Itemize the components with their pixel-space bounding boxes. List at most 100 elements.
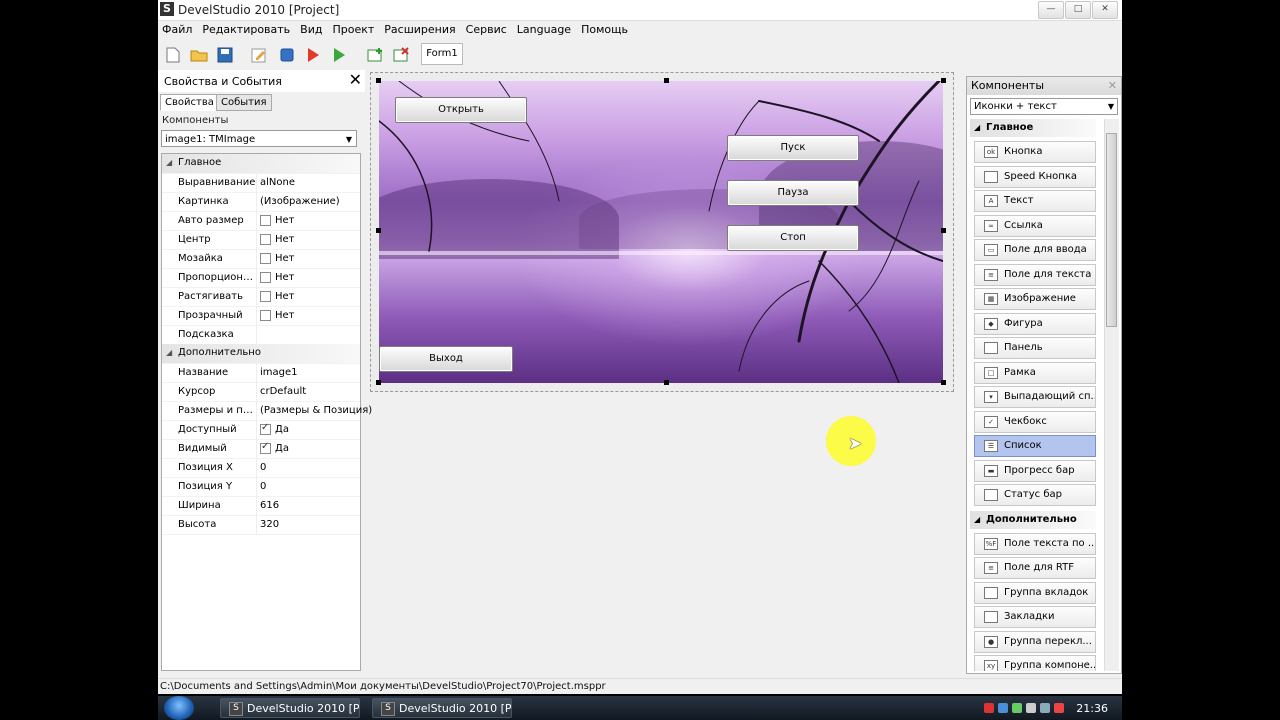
close-icon[interactable]: ✕ — [1108, 77, 1117, 95]
resize-handle[interactable] — [664, 380, 669, 385]
collapse-triangle-icon[interactable]: ◢ — [974, 511, 980, 529]
component-item[interactable]: ok Кнопка — [974, 141, 1096, 163]
property-row[interactable]: Прозрачный Нет — [162, 306, 360, 326]
component-item[interactable]: xy Группа компоне... — [974, 655, 1096, 671]
property-checkbox[interactable] — [260, 310, 271, 321]
edit-form-icon[interactable] — [250, 46, 268, 64]
volume-icon[interactable] — [1026, 703, 1037, 713]
property-row[interactable]: Позиция Y 0 — [162, 477, 360, 497]
stop-icon[interactable] — [278, 46, 296, 64]
resize-handle[interactable] — [941, 228, 946, 233]
property-row[interactable]: Центр Нет — [162, 230, 360, 250]
components-scrollbar[interactable] — [1104, 119, 1119, 671]
component-item[interactable]: Панель — [974, 337, 1096, 359]
property-checkbox[interactable] — [260, 291, 271, 302]
property-checkbox[interactable] — [260, 272, 271, 283]
close-icon[interactable]: ✕ — [349, 71, 362, 89]
property-value-cell[interactable]: Нет — [260, 253, 295, 264]
property-row[interactable]: Видимый Да — [162, 439, 360, 459]
start-button[interactable] — [164, 696, 194, 720]
taskbar-item[interactable]: S DevelStudio 2010 [Pr... — [220, 698, 360, 718]
tab-events[interactable]: События — [216, 94, 272, 111]
component-item[interactable]: %F Поле текста по ... — [974, 532, 1096, 555]
menu-service[interactable]: Сервис — [462, 23, 513, 36]
collapse-triangle-icon[interactable]: ◢ — [974, 119, 980, 137]
property-row[interactable]: Пропорциона... Нет — [162, 268, 360, 288]
taskbar-item[interactable]: S DevelStudio 2010 [Pr... — [372, 698, 512, 718]
component-item[interactable]: Статус бар — [974, 484, 1096, 506]
property-checkbox[interactable] — [260, 253, 271, 264]
collapse-triangle-icon[interactable]: ◢ — [166, 348, 172, 357]
property-row[interactable]: Растягивать Нет — [162, 287, 360, 307]
add-form-icon[interactable] — [366, 46, 384, 64]
component-item[interactable]: ▬ Прогресс бар — [974, 459, 1096, 482]
delete-form-icon[interactable] — [392, 46, 410, 64]
component-item[interactable]: ▦ Изображение — [974, 288, 1096, 310]
property-row[interactable]: Позиция X 0 — [162, 458, 360, 478]
clock[interactable]: 21:36 — [1076, 702, 1108, 715]
property-value-cell[interactable]: crDefault — [260, 386, 306, 397]
menu-language[interactable]: Language — [513, 23, 577, 36]
antivirus-icon[interactable] — [984, 703, 995, 713]
property-checkbox[interactable] — [260, 422, 271, 435]
property-checkbox[interactable] — [260, 215, 271, 226]
menu-help[interactable]: Помощь — [577, 23, 634, 36]
property-value-cell[interactable]: 0 — [260, 481, 266, 492]
component-select[interactable]: image1: TMImage ▼ — [161, 130, 357, 147]
property-row[interactable]: Картинка (Изображение) — [162, 192, 360, 212]
resize-handle[interactable] — [376, 78, 381, 83]
property-row[interactable]: Высота 320 — [162, 515, 360, 535]
new-file-icon[interactable] — [164, 46, 182, 64]
update-icon[interactable] — [1012, 703, 1023, 713]
property-group[interactable]: ◢ Дополнительно — [162, 344, 360, 364]
property-row[interactable]: Ширина 616 — [162, 496, 360, 516]
component-item[interactable]: ☰ Список — [974, 435, 1096, 457]
property-value-cell[interactable]: Да — [260, 422, 289, 435]
component-item[interactable]: Закладки — [974, 606, 1096, 628]
flag-icon[interactable] — [1054, 703, 1065, 713]
property-row[interactable]: Название image1 — [162, 363, 360, 383]
maximize-button[interactable]: □ — [1065, 1, 1091, 19]
menu-project[interactable]: Проект — [328, 23, 380, 36]
open-button[interactable]: Открыть — [395, 97, 527, 123]
property-value-cell[interactable]: 0 — [260, 462, 266, 473]
property-checkbox[interactable] — [260, 234, 271, 245]
tab-form1[interactable]: Form1 — [421, 43, 463, 65]
property-checkbox[interactable] — [260, 441, 271, 454]
resize-handle[interactable] — [941, 78, 946, 83]
property-value-cell[interactable]: 616 — [260, 500, 279, 511]
save-icon[interactable] — [216, 46, 234, 64]
language-icon[interactable] — [1040, 703, 1051, 713]
property-row[interactable]: Мозайка Нет — [162, 249, 360, 269]
minimize-button[interactable]: — — [1038, 1, 1064, 19]
menu-extensions[interactable]: Расширения — [380, 23, 461, 36]
component-item[interactable]: ● Группа перекл... — [974, 630, 1096, 653]
open-folder-icon[interactable] — [190, 46, 208, 64]
resize-handle[interactable] — [664, 78, 669, 83]
play-button[interactable]: Пуск — [727, 135, 859, 161]
property-value-cell[interactable]: 320 — [260, 519, 279, 530]
property-value-cell[interactable]: Да — [260, 441, 289, 454]
exit-button[interactable]: Выход — [379, 346, 513, 372]
component-group[interactable]: ◢ Дополнительно — [970, 510, 1096, 529]
menu-edit[interactable]: Редактировать — [198, 23, 296, 36]
run-icon[interactable] — [330, 46, 348, 64]
property-row[interactable]: Доступный Да — [162, 420, 360, 440]
network-icon[interactable] — [998, 703, 1009, 713]
menu-file[interactable]: Файл — [158, 23, 198, 36]
run-debug-icon[interactable] — [304, 46, 322, 64]
property-value-cell[interactable]: (Размеры & Позиция) — [260, 405, 372, 416]
property-row[interactable]: Курсор crDefault — [162, 382, 360, 402]
component-group[interactable]: ◢ Главное — [970, 119, 1096, 137]
property-value-cell[interactable]: Нет — [260, 291, 295, 302]
property-row[interactable]: Выравнивание alNone — [162, 173, 360, 193]
component-item[interactable]: ▭ Поле для ввода — [974, 239, 1096, 261]
property-value-cell[interactable]: Нет — [260, 215, 295, 226]
property-value-cell[interactable]: Нет — [260, 310, 295, 321]
component-item[interactable]: ◆ Фигура — [974, 312, 1096, 335]
collapse-triangle-icon[interactable]: ◢ — [166, 158, 172, 167]
menu-view[interactable]: Вид — [296, 23, 328, 36]
stop-button[interactable]: Стоп — [727, 225, 859, 251]
close-button[interactable]: ✕ — [1092, 1, 1118, 19]
scrollbar-thumb[interactable] — [1106, 133, 1117, 327]
